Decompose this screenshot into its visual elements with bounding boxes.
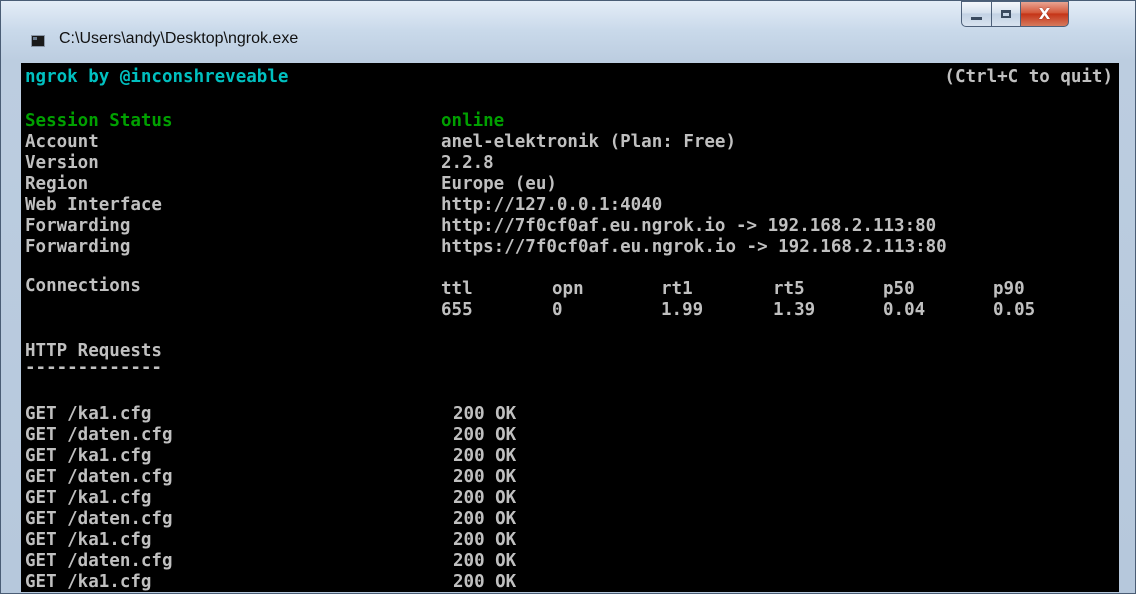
conn-value-rt5: 1.39 (773, 300, 816, 320)
conn-header-rt1: rt1 (661, 279, 693, 299)
brand-text: ngrok by @inconshreveable (25, 67, 289, 87)
request-row-path: GET /daten.cfg (25, 467, 173, 487)
status-label-session: Session Status (25, 111, 173, 131)
request-row-path: GET /ka1.cfg (25, 488, 152, 508)
status-value-account: anel-elektronik (Plan: Free) (441, 132, 737, 152)
status-value-version: 2.2.8 (441, 153, 494, 173)
status-label-forwarding-http: Forwarding (25, 216, 131, 236)
status-label-version: Version (25, 153, 99, 173)
request-row-status: 200 OK (453, 488, 517, 508)
request-row-status: 200 OK (453, 446, 517, 466)
status-label-account: Account (25, 132, 99, 152)
close-icon: X (1038, 4, 1051, 23)
conn-header-opn: opn (552, 279, 584, 299)
http-requests-underline: ------------- (25, 358, 162, 378)
conn-value-p90: 0.05 (993, 300, 1036, 320)
conn-value-ttl: 655 (441, 300, 473, 320)
request-row-status: 200 OK (453, 467, 517, 487)
status-value-forwarding-https: https://7f0cf0af.eu.ngrok.io -> 192.168.… (441, 237, 947, 257)
title-bar[interactable]: C:\Users\andy\Desktop\ngrok.exe X (1, 1, 1135, 59)
status-value-session: online (441, 111, 505, 131)
request-row-status: 200 OK (453, 425, 517, 445)
request-row-path: GET /daten.cfg (25, 551, 173, 571)
conn-header-p50: p50 (883, 279, 915, 299)
request-row-status: 200 OK (453, 404, 517, 424)
status-label-region: Region (25, 174, 89, 194)
request-row-path: GET /daten.cfg (25, 509, 173, 529)
conn-value-opn: 0 (552, 300, 563, 320)
maximize-button[interactable] (991, 1, 1021, 27)
console-window: C:\Users\andy\Desktop\ngrok.exe X ngrok … (0, 0, 1136, 594)
request-row-status: 200 OK (453, 572, 517, 592)
status-value-region: Europe (eu) (441, 174, 557, 194)
conn-value-p50: 0.04 (883, 300, 926, 320)
minimize-button[interactable] (961, 1, 992, 27)
request-row-path: GET /ka1.cfg (25, 572, 152, 592)
minimize-icon (971, 16, 982, 20)
conn-value-rt1: 1.99 (661, 300, 704, 320)
request-row-path: GET /ka1.cfg (25, 530, 152, 550)
status-value-web-interface: http://127.0.0.1:4040 (441, 195, 663, 215)
window-title: C:\Users\andy\Desktop\ngrok.exe (59, 30, 299, 47)
status-value-forwarding-http: http://7f0cf0af.eu.ngrok.io -> 192.168.2… (441, 216, 937, 236)
console-output[interactable]: ngrok by @inconshreveable (Ctrl+C to qui… (21, 63, 1119, 592)
conn-header-rt5: rt5 (773, 279, 805, 299)
request-row-path: GET /ka1.cfg (25, 446, 152, 466)
conn-header-p90: p90 (993, 279, 1025, 299)
console-app-icon[interactable] (31, 35, 45, 47)
request-row-status: 200 OK (453, 551, 517, 571)
request-row-status: 200 OK (453, 509, 517, 529)
request-row-status: 200 OK (453, 530, 517, 550)
request-row-path: GET /ka1.cfg (25, 404, 152, 424)
status-label-forwarding-https: Forwarding (25, 237, 131, 257)
connections-label: Connections (25, 276, 141, 296)
request-row-path: GET /daten.cfg (25, 425, 173, 445)
close-button[interactable]: X (1020, 1, 1069, 27)
quit-hint: (Ctrl+C to quit) (944, 67, 1113, 87)
maximize-icon (1001, 10, 1011, 18)
status-label-web-interface: Web Interface (25, 195, 162, 215)
conn-header-ttl: ttl (441, 279, 473, 299)
